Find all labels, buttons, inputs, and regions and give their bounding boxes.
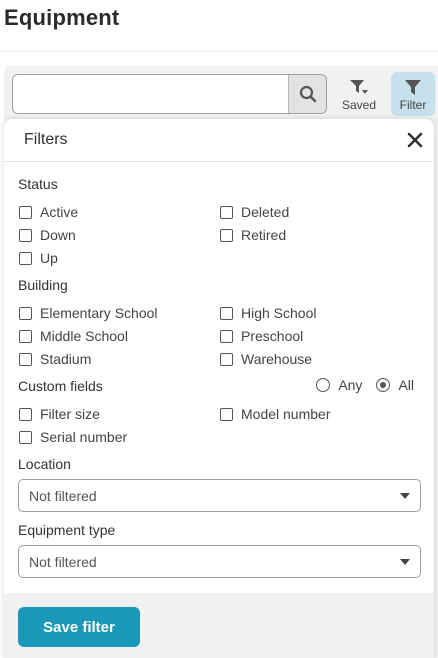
search-input[interactable] — [13, 75, 289, 113]
location-select[interactable]: Not filtered — [18, 479, 421, 512]
building-middle-school-checkbox[interactable]: Middle School — [19, 328, 128, 344]
filter-label: Filter — [399, 98, 427, 112]
checkbox-box[interactable] — [220, 407, 233, 421]
radio-label: Any — [338, 377, 363, 393]
filter-icon — [405, 80, 421, 95]
checkbox-box[interactable] — [220, 306, 233, 320]
building-section-label: Building — [18, 277, 68, 293]
checkbox-label: Retired — [241, 227, 287, 243]
equipment-type-select[interactable]: Not filtered — [18, 545, 421, 578]
search-icon — [299, 85, 316, 103]
chevron-down-icon — [400, 559, 410, 565]
checkbox-box[interactable] — [19, 352, 32, 366]
building-high-school-checkbox[interactable]: High School — [220, 305, 317, 321]
building-preschool-checkbox[interactable]: Preschool — [220, 328, 303, 344]
filter-panel-header: Filters — [4, 119, 434, 162]
status-up-checkbox[interactable]: Up — [19, 250, 58, 266]
close-icon[interactable] — [406, 131, 424, 149]
checkbox-label: Elementary School — [40, 305, 158, 321]
checkbox-box[interactable] — [220, 228, 233, 242]
building-stadium-checkbox[interactable]: Stadium — [19, 351, 91, 367]
checkbox-label: Stadium — [40, 351, 92, 367]
checkbox-box[interactable] — [19, 430, 32, 444]
custom-filter-size-checkbox[interactable]: Filter size — [19, 406, 100, 422]
filter-panel-title: Filters — [24, 131, 68, 148]
checkbox-label: Deleted — [241, 204, 290, 220]
search-box — [12, 74, 327, 114]
equipment-type-select-value: Not filtered — [29, 554, 97, 570]
match-any-radio[interactable]: Any — [316, 377, 362, 393]
checkbox-label: Preschool — [241, 328, 304, 344]
filter-toggle-button[interactable]: Filter — [391, 72, 435, 116]
checkbox-box[interactable] — [19, 251, 32, 265]
checkbox-label: Down — [40, 227, 76, 243]
saved-label: Saved — [341, 98, 377, 112]
location-select-value: Not filtered — [29, 488, 97, 504]
checkbox-box[interactable] — [19, 228, 32, 242]
status-active-checkbox[interactable]: Active — [19, 204, 78, 220]
checkbox-label: Filter size — [40, 406, 100, 422]
custom-fields-match-group: Any All — [302, 377, 414, 393]
checkbox-box[interactable] — [19, 205, 32, 219]
custom-fields-section-label: Custom fields — [18, 378, 103, 394]
filter-panel-footer: Save filter — [4, 593, 434, 658]
checkbox-label: Middle School — [40, 328, 128, 344]
match-all-radio[interactable]: All — [376, 377, 414, 393]
checkbox-label: High School — [241, 305, 317, 321]
saved-filters-button[interactable]: Saved — [337, 72, 381, 116]
building-elementary-checkbox[interactable]: Elementary School — [19, 305, 158, 321]
page-title: Equipment — [4, 5, 120, 30]
checkbox-label: Up — [40, 250, 58, 266]
radio-dot-selected[interactable] — [376, 378, 391, 392]
custom-model-number-checkbox[interactable]: Model number — [220, 406, 331, 422]
checkbox-box[interactable] — [19, 407, 32, 421]
page-header: Equipment — [0, 0, 438, 52]
saved-filter-icon — [350, 80, 368, 94]
checkbox-label: Serial number — [40, 429, 128, 445]
status-retired-checkbox[interactable]: Retired — [220, 227, 286, 243]
checkbox-box[interactable] — [220, 329, 233, 343]
search-button[interactable] — [288, 75, 326, 113]
equipment-type-section-label: Equipment type — [18, 522, 116, 538]
checkbox-label: Active — [40, 204, 79, 220]
checkbox-box[interactable] — [220, 205, 233, 219]
custom-serial-number-checkbox[interactable]: Serial number — [19, 429, 127, 445]
checkbox-box[interactable] — [19, 329, 32, 343]
checkbox-label: Model number — [241, 406, 331, 422]
filter-panel: Filters Status Active Deleted Down Retir… — [4, 119, 434, 658]
status-deleted-checkbox[interactable]: Deleted — [220, 204, 289, 220]
status-section-label: Status — [18, 176, 58, 192]
checkbox-box[interactable] — [220, 352, 233, 366]
chevron-down-icon — [400, 493, 410, 499]
checkbox-box[interactable] — [19, 306, 32, 320]
save-filter-button[interactable]: Save filter — [18, 607, 140, 647]
checkbox-label: Warehouse — [241, 351, 313, 367]
radio-label: All — [398, 377, 414, 393]
radio-dot[interactable] — [316, 378, 331, 392]
building-warehouse-checkbox[interactable]: Warehouse — [220, 351, 312, 367]
location-section-label: Location — [18, 456, 71, 472]
status-down-checkbox[interactable]: Down — [19, 227, 76, 243]
